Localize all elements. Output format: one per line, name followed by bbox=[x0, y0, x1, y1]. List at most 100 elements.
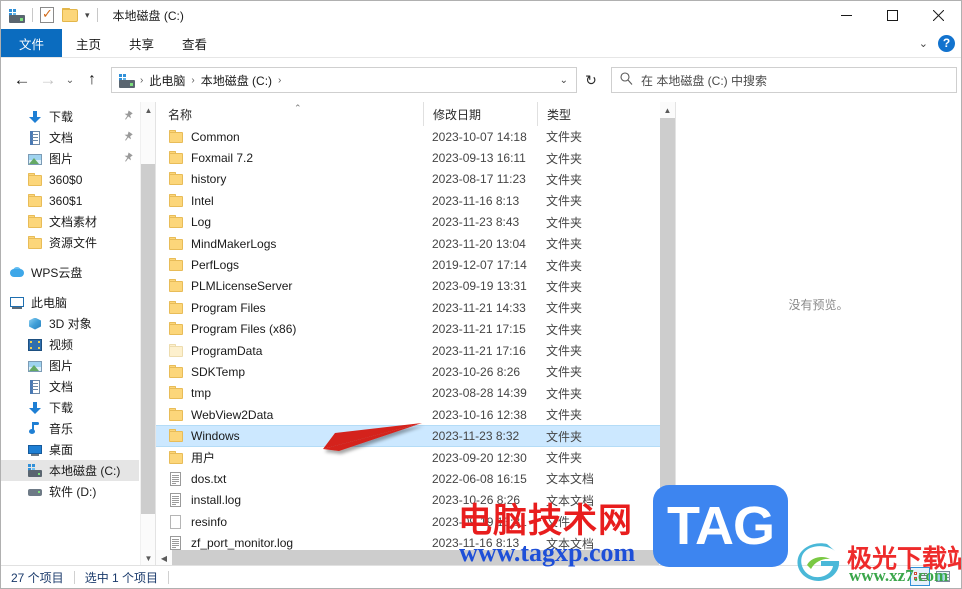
help-icon[interactable]: ? bbox=[938, 34, 955, 52]
address-breadcrumb-box[interactable]: › 此电脑 › 本地磁盘 (C:) › ⌄ bbox=[111, 67, 577, 93]
maximize-button[interactable] bbox=[869, 1, 915, 29]
sidebar-item-4-g0[interactable]: 360$0 bbox=[1, 169, 139, 190]
close-button[interactable] bbox=[915, 1, 961, 29]
table-row[interactable]: 用户 2023-09-20 12:30 文件夹 bbox=[156, 447, 675, 468]
file-scroll-up-icon[interactable]: ▲ bbox=[660, 102, 675, 118]
cell-date-modified: 2023-10-07 14:18 bbox=[432, 129, 527, 144]
column-header-type[interactable]: 类型 bbox=[537, 102, 675, 126]
text-file-icon bbox=[168, 535, 184, 551]
search-box[interactable]: 在 本地磁盘 (C:) 中搜索 bbox=[611, 67, 957, 93]
nav-scroll-thumb[interactable] bbox=[141, 164, 156, 514]
cell-type: 文本文档 bbox=[546, 472, 595, 487]
table-row[interactable]: SDKTemp 2023-10-26 8:26 文件夹 bbox=[156, 361, 675, 382]
text-file-icon bbox=[168, 492, 184, 508]
sidebar-item-2-g2[interactable]: 3D 对象 bbox=[1, 313, 139, 334]
cell-name: history bbox=[156, 171, 423, 187]
sidebar-item-8-g2[interactable]: 桌面 bbox=[1, 439, 139, 460]
refresh-button[interactable]: ↻ bbox=[577, 67, 605, 93]
document-icon bbox=[27, 130, 43, 146]
cell-name: resinfo bbox=[156, 514, 423, 530]
pin-icon[interactable] bbox=[119, 150, 135, 167]
nav-scroll-down-icon[interactable]: ▼ bbox=[141, 550, 156, 566]
table-row[interactable]: tmp 2023-08-28 14:39 文件夹 bbox=[156, 383, 675, 404]
folder-icon bbox=[27, 193, 43, 209]
sidebar-item-5-g2[interactable]: 文档 bbox=[1, 376, 139, 397]
sidebar-item-label: 下载 bbox=[49, 401, 74, 415]
table-row[interactable]: PerfLogs 2019-12-07 17:14 文件夹 bbox=[156, 254, 675, 275]
cell-name: WebView2Data bbox=[156, 407, 423, 423]
nav-scroll-up-icon[interactable]: ▲ bbox=[141, 102, 156, 118]
table-row[interactable]: Windows 2023-11-23 8:32 文件夹 bbox=[156, 425, 675, 447]
sidebar-item-1-g2[interactable]: 此电脑 bbox=[1, 292, 139, 313]
chevron-down-icon[interactable]: ▾ bbox=[85, 10, 90, 20]
sidebar-item-5-g0[interactable]: 360$1 bbox=[1, 190, 139, 211]
chevron-down-icon-ribbon[interactable]: ⌄ bbox=[919, 37, 928, 50]
table-row[interactable]: PLMLicenseServer 2023-09-19 13:31 文件夹 bbox=[156, 276, 675, 297]
download-icon bbox=[27, 109, 43, 125]
nav-group-gap bbox=[1, 283, 139, 292]
navigation-scrollbar[interactable]: ▲ ▼ bbox=[140, 102, 156, 566]
drive-icon[interactable] bbox=[8, 8, 25, 23]
back-button[interactable]: ← bbox=[9, 67, 35, 93]
sidebar-item-6-g2[interactable]: 下载 bbox=[1, 397, 139, 418]
table-row[interactable]: WebView2Data 2023-10-16 12:38 文件夹 bbox=[156, 404, 675, 425]
document-icon bbox=[27, 379, 43, 395]
table-row[interactable]: Program Files (x86) 2023-11-21 17:15 文件夹 bbox=[156, 319, 675, 340]
table-row[interactable]: history 2023-08-17 11:23 文件夹 bbox=[156, 169, 675, 190]
sidebar-item-4-g2[interactable]: 图片 bbox=[1, 355, 139, 376]
table-row[interactable]: Common 2023-10-07 14:18 文件夹 bbox=[156, 126, 675, 147]
folder-icon bbox=[168, 129, 184, 145]
recent-locations-button[interactable]: ⌄ bbox=[61, 67, 79, 93]
sidebar-item-2-g0[interactable]: 文档 bbox=[1, 127, 139, 148]
forward-button[interactable]: → bbox=[35, 67, 61, 93]
sidebar-item-1-g1[interactable]: WPS云盘 bbox=[1, 262, 139, 283]
sidebar-item-7-g0[interactable]: 资源文件 bbox=[1, 232, 139, 253]
cell-name: install.log bbox=[156, 492, 423, 508]
sidebar-item-1-g0[interactable]: 下载 bbox=[1, 106, 139, 127]
tab-file[interactable]: 文件 bbox=[1, 29, 63, 57]
music-icon bbox=[27, 421, 43, 437]
properties-icon[interactable] bbox=[40, 6, 54, 23]
file-list-vertical-scrollbar[interactable]: ▲ ▼ bbox=[660, 102, 675, 546]
drive-icon bbox=[27, 463, 43, 479]
breadcrumb-sep-2[interactable]: › bbox=[275, 75, 284, 86]
table-row[interactable]: Intel 2023-11-16 8:13 文件夹 bbox=[156, 190, 675, 211]
address-dropdown-icon[interactable]: ⌄ bbox=[560, 75, 572, 86]
cell-name: zf_port_monitor.log bbox=[156, 535, 423, 551]
column-header-name[interactable]: 名称 ⌃ bbox=[156, 102, 423, 126]
table-row[interactable]: MindMakerLogs 2023-11-20 13:04 文件夹 bbox=[156, 233, 675, 254]
sidebar-item-3-g0[interactable]: 图片 bbox=[1, 148, 139, 169]
table-row[interactable]: Foxmail 7.2 2023-09-13 16:11 文件夹 bbox=[156, 147, 675, 168]
table-row[interactable]: dos.txt 2022-06-08 16:15 文本文档 bbox=[156, 468, 675, 489]
folder-icon bbox=[168, 385, 184, 401]
sidebar-item-9-g2[interactable]: 本地磁盘 (C:) bbox=[1, 460, 139, 481]
tab-home[interactable]: 主页 bbox=[62, 29, 115, 57]
pin-icon[interactable] bbox=[119, 129, 135, 146]
breadcrumb-local-disk[interactable]: 本地磁盘 (C:) bbox=[198, 72, 275, 89]
sidebar-item-7-g2[interactable]: 音乐 bbox=[1, 418, 139, 439]
tab-view[interactable]: 查看 bbox=[168, 29, 221, 57]
table-row[interactable]: Program Files 2023-11-21 14:33 文件夹 bbox=[156, 297, 675, 318]
toolbar-divider-2 bbox=[96, 8, 98, 22]
pin-icon[interactable] bbox=[119, 108, 135, 125]
sidebar-item-10-g2[interactable]: 软件 (D:) bbox=[1, 481, 139, 502]
cell-date-modified: 2023-09-19 13:31 bbox=[432, 279, 527, 294]
cell-name: SDKTemp bbox=[156, 364, 423, 380]
hscroll-left-icon[interactable]: ◀ bbox=[156, 550, 172, 566]
column-header-date[interactable]: 修改日期 bbox=[423, 102, 537, 126]
search-input[interactable]: 在 本地磁盘 (C:) 中搜索 bbox=[641, 72, 767, 89]
up-button[interactable]: ↑ bbox=[79, 67, 105, 93]
file-name-label: resinfo bbox=[191, 514, 228, 529]
minimize-button[interactable] bbox=[823, 1, 869, 29]
sidebar-item-6-g0[interactable]: 文档素材 bbox=[1, 211, 139, 232]
file-name-label: dos.txt bbox=[191, 471, 227, 486]
breadcrumb-this-pc[interactable]: 此电脑 bbox=[146, 72, 188, 89]
cell-name: ProgramData bbox=[156, 343, 423, 359]
table-row[interactable]: ProgramData 2023-11-21 17:16 文件夹 bbox=[156, 340, 675, 361]
new-folder-icon[interactable] bbox=[62, 8, 79, 22]
table-row[interactable]: Log 2023-11-23 8:43 文件夹 bbox=[156, 212, 675, 233]
cell-type: 文件夹 bbox=[546, 386, 583, 401]
tab-share[interactable]: 共享 bbox=[115, 29, 168, 57]
sidebar-item-3-g2[interactable]: 视频 bbox=[1, 334, 139, 355]
file-scroll-thumb[interactable] bbox=[660, 118, 675, 522]
